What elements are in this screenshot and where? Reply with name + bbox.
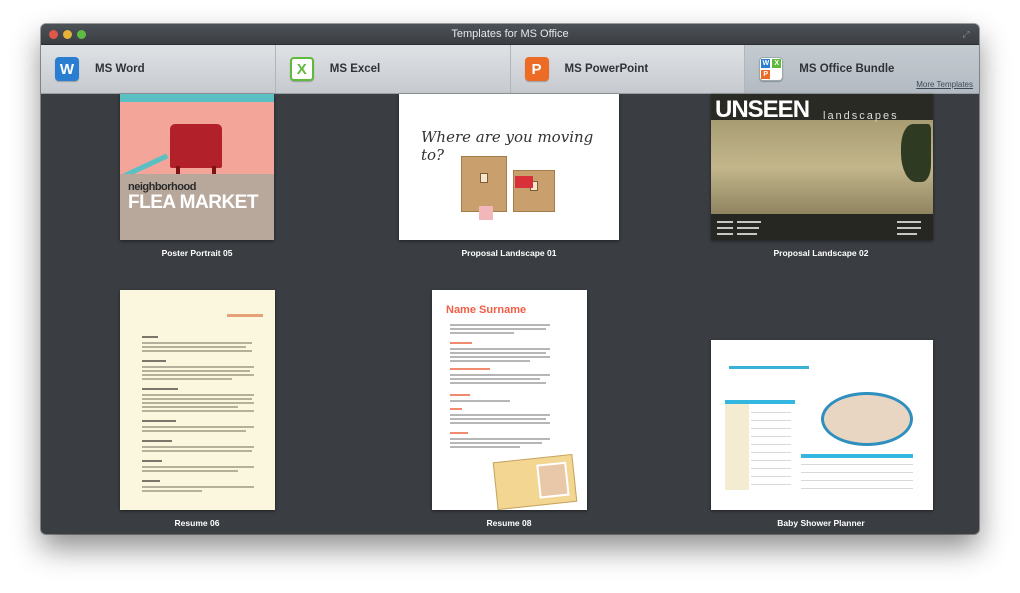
tab-ms-excel[interactable]: X MS Excel [276,45,511,93]
fullscreen-icon[interactable]: ⤢ [961,29,971,39]
poster-line2: FLEA MARKET [128,192,258,213]
title-bar: Templates for MS Office ⤢ [41,24,979,45]
proposal-headline: UNSEEN [715,96,810,123]
template-caption: Resume 08 [486,518,532,528]
template-caption: Poster Portrait 05 [161,248,233,258]
planner-title [729,366,809,369]
template-thumbnail[interactable] [711,340,933,510]
tab-label: MS Office Bundle [799,63,895,75]
tree-shape [901,124,931,182]
decor-band [120,94,274,102]
excel-icon: X [289,57,314,81]
red-label [515,176,533,188]
footer-text-block [711,214,933,240]
planner-sidebar-column [725,402,749,490]
planner-table-header [725,400,795,404]
template-caption: Resume 06 [174,518,220,528]
template-caption: Proposal Landscape 01 [461,248,557,258]
template-thumbnail[interactable] [120,290,275,510]
tab-ms-word[interactable]: W MS Word [41,45,276,93]
resume-title [227,314,263,317]
tab-ms-powerpoint[interactable]: P MS PowerPoint [511,45,746,93]
small-box [479,206,493,220]
template-caption: Proposal Landscape 02 [773,248,869,258]
baby-photo-bubble [821,392,913,446]
notebook-photo [492,453,578,510]
template-grid: neighborhood FLEA MARKET Poster Portrait… [41,94,979,534]
more-templates-link[interactable]: More Templates [916,80,973,89]
template-thumbnail[interactable]: Name Surname [432,290,587,510]
portrait-photo [536,461,570,499]
template-thumbnail[interactable]: neighborhood FLEA MARKET [120,94,274,240]
resume-name: Name Surname [446,304,527,316]
powerpoint-icon: P [524,57,549,81]
tab-ms-office-bundle[interactable]: W X P MS Office Bundle More Templates [745,45,979,93]
office-bundle-icon: W X P [759,57,784,81]
template-caption: Baby Shower Planner [777,518,865,528]
chair-photo [170,124,222,168]
template-thumbnail[interactable]: Where are you moving to? [399,94,619,240]
landscape-photo [711,120,933,214]
tab-label: MS PowerPoint [564,63,649,75]
templates-window: Templates for MS Office ⤢ W MS Word X MS… [41,24,979,534]
template-thumbnail[interactable]: UNSEEN landscapes [711,94,933,240]
category-tabs: W MS Word X MS Excel P MS PowerPoint W X… [41,45,979,94]
tab-label: MS Word [95,63,145,75]
tab-label: MS Excel [329,63,381,75]
cardboard-box [461,156,507,212]
proposal-subhead: landscapes [823,110,899,122]
planner-table-header [801,454,913,458]
box-label [480,173,488,183]
window-title: Templates for MS Office [451,28,569,40]
chair-legs [176,166,216,174]
proposal-headline: Where are you moving to? [421,128,594,164]
word-icon: W [55,57,79,81]
